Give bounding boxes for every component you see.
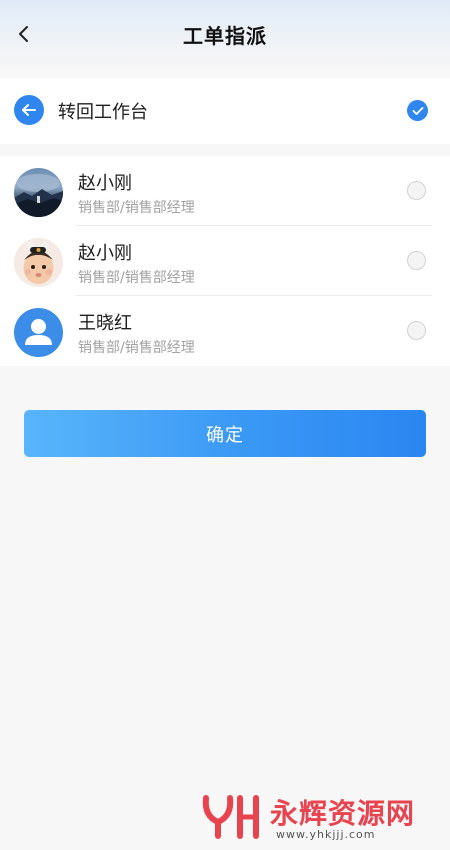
assignee-department: 销售部/销售部经理 [78, 340, 195, 356]
assignee-department: 销售部/销售部经理 [78, 270, 195, 286]
assignee-department: 销售部/销售部经理 [78, 200, 195, 216]
return-option-label: 转回工作台 [58, 102, 148, 123]
checked-radio-icon[interactable] [407, 100, 428, 121]
watermark-url: www.yhkjjj.com [276, 828, 376, 841]
assignee-row[interactable]: 王晓红 销售部/销售部经理 [0, 296, 450, 366]
confirm-button[interactable]: 确定 [24, 410, 426, 457]
assignee-name: 赵小刚 [78, 173, 132, 194]
avatar [14, 238, 63, 287]
assignee-list: 赵小刚 销售部/销售部经理 赵小刚 销售部/销售部经理 王晓红 销售部/销售部经… [0, 156, 450, 366]
page-title: 工单指派 [183, 24, 267, 48]
watermark-title: 永辉资源网 [270, 797, 416, 830]
assignee-name: 赵小刚 [78, 243, 132, 264]
unchecked-radio-icon[interactable] [407, 181, 426, 200]
watermark: 永辉资源网 www.yhkjjj.com [200, 788, 440, 844]
assignee-row[interactable]: 赵小刚 销售部/销售部经理 [0, 226, 450, 296]
unchecked-radio-icon[interactable] [407, 251, 426, 270]
arrow-left-icon [14, 95, 44, 125]
return-to-workbench-option[interactable]: 转回工作台 [0, 78, 450, 144]
assignee-name: 王晓红 [78, 313, 132, 334]
header-bar: 工单指派 [0, 0, 450, 66]
watermark-logo-icon [202, 795, 259, 839]
assignee-row[interactable]: 赵小刚 销售部/销售部经理 [0, 156, 450, 226]
default-user-icon [14, 308, 63, 357]
return-option-card: 转回工作台 [0, 78, 450, 144]
avatar [14, 168, 63, 217]
unchecked-radio-icon[interactable] [407, 321, 426, 340]
